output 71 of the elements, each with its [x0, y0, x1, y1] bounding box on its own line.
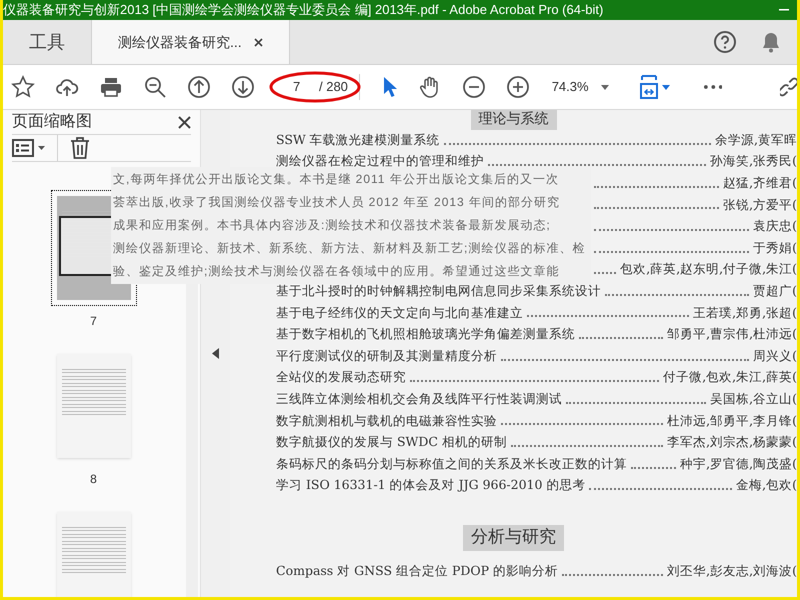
help-icon[interactable] — [713, 30, 737, 54]
minimize-icon[interactable] — [779, 9, 789, 11]
entry-title: 测绘仪器在检定过程中的管理和维护 — [276, 152, 484, 170]
entry-title: 数字航测相机与载机的电磁兼容性实验 — [276, 412, 497, 430]
cursor-icon[interactable] — [382, 76, 398, 98]
entry-authors: 吴国栋,谷立山( — [710, 390, 797, 408]
entry-authors: 付子微,包欢,朱江,薛英( — [663, 368, 797, 386]
section-heading: 理论与系统 — [470, 110, 556, 130]
options-dropdown[interactable] — [12, 139, 45, 157]
printer-icon[interactable] — [99, 75, 123, 99]
entry-title: 基于北斗授时的时钟解耦控制电网信息同步采集系统设计 — [276, 282, 601, 300]
entry-title: Compass 对 GNSS 组合定位 PDOP 的影响分析 — [276, 562, 558, 580]
fit-page-icon[interactable] — [638, 75, 659, 99]
entry-authors: 赵猛,齐维君( — [723, 174, 797, 192]
close-icon[interactable] — [178, 116, 191, 128]
entry-authors: 王若璞,郑勇,张超( — [693, 304, 797, 322]
entry-title: 学习 ISO 16331-1 的体会及对 JJG 966-2010 的思考 — [276, 476, 586, 494]
dot-leader — [631, 466, 676, 468]
link-icon[interactable] — [780, 76, 797, 98]
more-icon[interactable] — [704, 85, 722, 89]
entry-authors: 李军杰,刘宗杰,杨蒙蒙( — [667, 433, 797, 452]
entry-authors: 张锐,方爱平( — [723, 196, 797, 214]
page-count: / 280 — [319, 78, 348, 96]
panel-title: 页面缩略图 — [12, 112, 92, 132]
entry-authors: 邹勇平,曹宗伟,杜沛远( — [667, 325, 797, 344]
zoom-dropdown[interactable]: 74.3% — [548, 73, 613, 101]
list-icon — [12, 139, 34, 157]
entry-title: 数字航摄仪的发展与 SWDC 相机的研制 — [276, 433, 507, 452]
page-label: 7 — [90, 313, 97, 330]
entry-authors: 刘丕华,彭友志,刘海波( — [667, 562, 797, 580]
dot-leader — [594, 272, 616, 274]
window-title: 仪器装备研究与创新2013 [中国测绘学会测绘仪器专业委员会 编] 2013年.pdf - Adobe Acrobat Pro (64-bit) — [3, 1, 604, 20]
overlay-text-line: 验、鉴定及维护;测绘技术与测绘仪器在各领域中的应用。希望通过这些文章能 — [113, 263, 560, 280]
entry-title: 条码标尺的条码分划与标称值之间的关系及米长改正数的计算 — [276, 454, 627, 473]
zoom-out-icon[interactable] — [143, 75, 167, 99]
overlay-text-line: 文,每两年择优公开出版论文集。本书是继 2011 年公开出版论文集后的又一次 — [113, 171, 559, 188]
overlay-text-line: 测绘仪器新理论、新技术、新系统、新方法、新材料及新工艺;测绘仪器的标准、检 — [113, 240, 586, 257]
caret-icon — [600, 84, 609, 90]
caret-icon — [38, 146, 45, 150]
plus-circle-icon[interactable] — [506, 75, 530, 99]
entry-authors: 金梅,包欢( — [736, 476, 797, 494]
entry-title: 三线阵立体测绘相机交会角及线阵平行性装调测试 — [276, 390, 562, 408]
entry-title: SSW 车载激光建模测量系统 — [276, 130, 440, 149]
trash-icon[interactable] — [70, 137, 90, 159]
entry-title: 平行度测试仪的研制及其测量精度分析 — [276, 346, 497, 365]
page-number-field[interactable]: 7 — [293, 77, 307, 97]
star-icon[interactable] — [11, 75, 35, 99]
page-label: 8 — [90, 471, 97, 488]
tab[interactable]: 测绘仪器装备研究... — [91, 20, 290, 64]
minus-circle-icon[interactable] — [462, 75, 486, 99]
bell-icon[interactable] — [761, 31, 781, 53]
entry-authors: 贾超广( — [753, 282, 797, 300]
entry-authors: 袁庆忠( — [753, 217, 797, 236]
entry-title: 基于数字相机的飞机照相舱玻璃光学角偏差测量系统 — [276, 325, 575, 344]
entry-authors: 余学源,黄军晖 — [715, 130, 797, 149]
entry-authors: 包欢,薛英,赵东明,付子微,朱江( — [620, 260, 797, 278]
entry-authors: 周兴义( — [753, 346, 797, 365]
section-heading: 分析与研究 — [463, 525, 564, 551]
collapse-panel-icon[interactable] — [212, 348, 219, 359]
entry-title: 基于电子经纬仪的天文定向与北向基准建立 — [276, 304, 523, 322]
overlay-text-line: 成果和应用案例。本书具体内容涉及:测绘技术和仪器技术装备最新发展动态; — [113, 217, 551, 234]
entry-title: 全站仪的发展动态研究 — [276, 368, 406, 386]
caret-icon[interactable] — [662, 84, 670, 90]
entry-authors: 种宇,罗官德,陶茂盛( — [680, 454, 797, 473]
close-icon[interactable] — [254, 38, 263, 46]
arrow-up-circle-icon[interactable] — [187, 75, 211, 99]
entry-authors: 于秀娟( — [753, 238, 797, 257]
entry-authors: 杜沛远,邹勇平,李月锋( — [667, 412, 797, 430]
entry-authors: 孙海笑,张秀民( — [710, 152, 797, 170]
arrow-down-circle-icon[interactable] — [231, 75, 255, 99]
overlay-text-line: 荟萃出版,收录了我国测绘仪器专业技术人员 2012 年至 2013 年间的部分研究 — [113, 194, 560, 211]
